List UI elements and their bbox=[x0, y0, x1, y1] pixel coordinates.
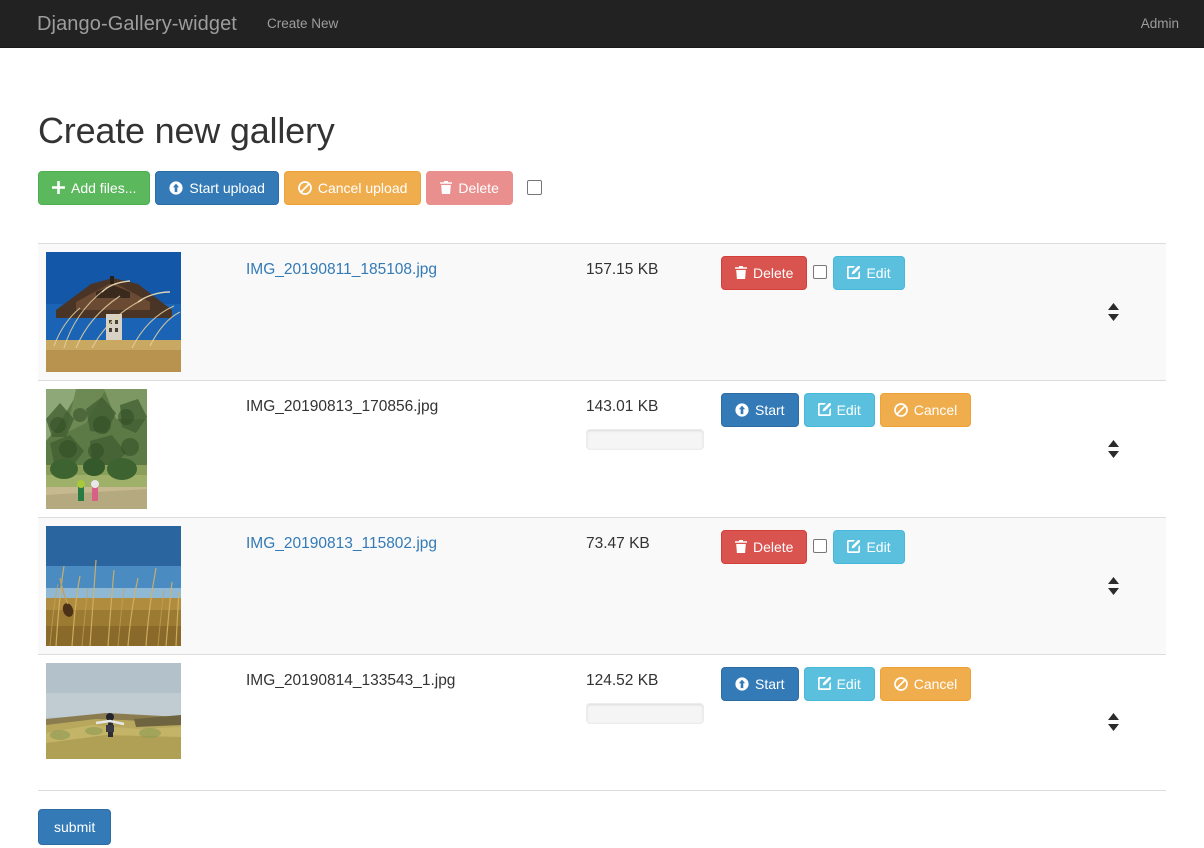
sort-updown-icon bbox=[1107, 577, 1120, 595]
table-row: IMG_20190814_133543_1.jpg 124.52 KB Star… bbox=[38, 655, 1166, 791]
file-thumbnail[interactable] bbox=[46, 252, 181, 372]
table-row: IMG_20190813_115802.jpg 73.47 KB Delete bbox=[38, 518, 1166, 655]
row-cancel-label: Cancel bbox=[914, 677, 958, 691]
nav-item-create-new[interactable]: Create New bbox=[252, 0, 353, 48]
thumbnail-cell bbox=[38, 526, 246, 646]
file-name-cell: IMG_20190813_170856.jpg bbox=[246, 389, 586, 416]
file-thumbnail[interactable] bbox=[46, 389, 147, 509]
submit-button[interactable]: submit bbox=[38, 809, 111, 845]
row-select-checkbox[interactable] bbox=[813, 539, 827, 553]
row-delete-button[interactable]: Delete bbox=[721, 530, 807, 564]
edit-pencil-icon bbox=[818, 403, 831, 416]
upload-circle-icon bbox=[735, 403, 749, 417]
edit-pencil-icon bbox=[847, 540, 860, 553]
file-size-cell: 73.47 KB bbox=[586, 526, 721, 553]
file-list-table: IMG_20190811_185108.jpg 157.15 KB Delete bbox=[38, 243, 1166, 791]
file-name-text: IMG_20190814_133543_1.jpg bbox=[246, 672, 455, 689]
edit-pencil-icon bbox=[847, 266, 860, 279]
edit-pencil-icon bbox=[818, 677, 831, 690]
delete-selected-label: Delete bbox=[458, 181, 498, 195]
sort-handle[interactable] bbox=[1107, 713, 1120, 731]
row-cancel-label: Cancel bbox=[914, 403, 958, 417]
ban-circle-icon bbox=[298, 181, 312, 195]
upload-progress-bar bbox=[586, 703, 704, 724]
file-name-cell: IMG_20190814_133543_1.jpg bbox=[246, 663, 586, 690]
file-size-cell: 157.15 KB bbox=[586, 252, 721, 279]
top-navbar: Django-Gallery-widget Create New Admin bbox=[0, 0, 1204, 48]
start-upload-button[interactable]: Start upload bbox=[155, 171, 279, 205]
row-edit-label: Edit bbox=[866, 540, 890, 554]
thumbnail-cell bbox=[38, 663, 246, 759]
sort-updown-icon bbox=[1107, 440, 1120, 458]
trash-icon bbox=[735, 540, 747, 553]
plus-icon bbox=[52, 181, 65, 194]
file-size-label: 73.47 KB bbox=[586, 535, 721, 553]
file-size-cell: 143.01 KB bbox=[586, 389, 721, 450]
row-start-label: Start bbox=[755, 403, 785, 417]
sort-handle[interactable] bbox=[1107, 303, 1120, 321]
file-actions-cell: Delete Edit bbox=[721, 526, 1166, 564]
file-size-label: 124.52 KB bbox=[586, 672, 721, 690]
file-actions-cell: Delete Edit bbox=[721, 252, 1166, 290]
trash-icon bbox=[735, 266, 747, 279]
row-select-checkbox[interactable] bbox=[813, 265, 827, 279]
cancel-upload-label: Cancel upload bbox=[318, 181, 408, 195]
row-edit-label: Edit bbox=[866, 266, 890, 280]
submit-row: submit bbox=[38, 809, 1166, 845]
sort-updown-icon bbox=[1107, 303, 1120, 321]
ban-circle-icon bbox=[894, 677, 908, 691]
file-name-link[interactable]: IMG_20190811_185108.jpg bbox=[246, 261, 437, 278]
sort-updown-icon bbox=[1107, 713, 1120, 731]
row-edit-button[interactable]: Edit bbox=[833, 530, 904, 564]
ban-circle-icon bbox=[894, 403, 908, 417]
file-name-cell: IMG_20190811_185108.jpg bbox=[246, 252, 586, 279]
nav-item-admin[interactable]: Admin bbox=[1131, 0, 1189, 48]
row-edit-label: Edit bbox=[837, 403, 861, 417]
row-edit-button[interactable]: Edit bbox=[833, 256, 904, 290]
sort-handle[interactable] bbox=[1107, 577, 1120, 595]
upload-circle-icon bbox=[735, 677, 749, 691]
trash-icon bbox=[440, 181, 452, 194]
file-thumbnail[interactable] bbox=[46, 663, 181, 759]
row-start-label: Start bbox=[755, 677, 785, 691]
row-delete-button[interactable]: Delete bbox=[721, 256, 807, 290]
row-start-button[interactable]: Start bbox=[721, 667, 799, 701]
sort-handle[interactable] bbox=[1107, 440, 1120, 458]
add-files-button[interactable]: Add files... bbox=[38, 171, 150, 205]
row-edit-label: Edit bbox=[837, 677, 861, 691]
row-start-button[interactable]: Start bbox=[721, 393, 799, 427]
file-name-text: IMG_20190813_170856.jpg bbox=[246, 398, 438, 415]
upload-toolbar: Add files... Start upload Cancel upload … bbox=[38, 171, 1166, 205]
row-cancel-button[interactable]: Cancel bbox=[880, 393, 972, 427]
file-actions-cell: Start Edit Cancel bbox=[721, 663, 1166, 701]
page-title: Create new gallery bbox=[38, 111, 1166, 151]
file-name-link[interactable]: IMG_20190813_115802.jpg bbox=[246, 535, 437, 552]
start-upload-label: Start upload bbox=[189, 181, 265, 195]
select-all-checkbox[interactable] bbox=[527, 180, 542, 195]
row-edit-button[interactable]: Edit bbox=[804, 667, 875, 701]
file-thumbnail[interactable] bbox=[46, 526, 181, 646]
file-size-cell: 124.52 KB bbox=[586, 663, 721, 724]
upload-circle-icon bbox=[169, 181, 183, 195]
row-edit-button[interactable]: Edit bbox=[804, 393, 875, 427]
file-size-label: 143.01 KB bbox=[586, 398, 721, 416]
thumbnail-cell bbox=[38, 252, 246, 372]
add-files-label: Add files... bbox=[71, 181, 136, 195]
delete-selected-button[interactable]: Delete bbox=[426, 171, 512, 205]
file-name-cell: IMG_20190813_115802.jpg bbox=[246, 526, 586, 553]
file-actions-cell: Start Edit Cancel bbox=[721, 389, 1166, 427]
brand-link[interactable]: Django-Gallery-widget bbox=[0, 0, 252, 48]
thumbnail-cell bbox=[38, 389, 246, 509]
table-row: IMG_20190813_170856.jpg 143.01 KB Start bbox=[38, 381, 1166, 518]
upload-progress-bar bbox=[586, 429, 704, 450]
row-cancel-button[interactable]: Cancel bbox=[880, 667, 972, 701]
main-container: Create new gallery Add files... Start up… bbox=[0, 111, 1204, 845]
file-size-label: 157.15 KB bbox=[586, 261, 721, 279]
row-delete-label: Delete bbox=[753, 266, 793, 280]
cancel-upload-button[interactable]: Cancel upload bbox=[284, 171, 422, 205]
table-row: IMG_20190811_185108.jpg 157.15 KB Delete bbox=[38, 244, 1166, 381]
row-delete-label: Delete bbox=[753, 540, 793, 554]
